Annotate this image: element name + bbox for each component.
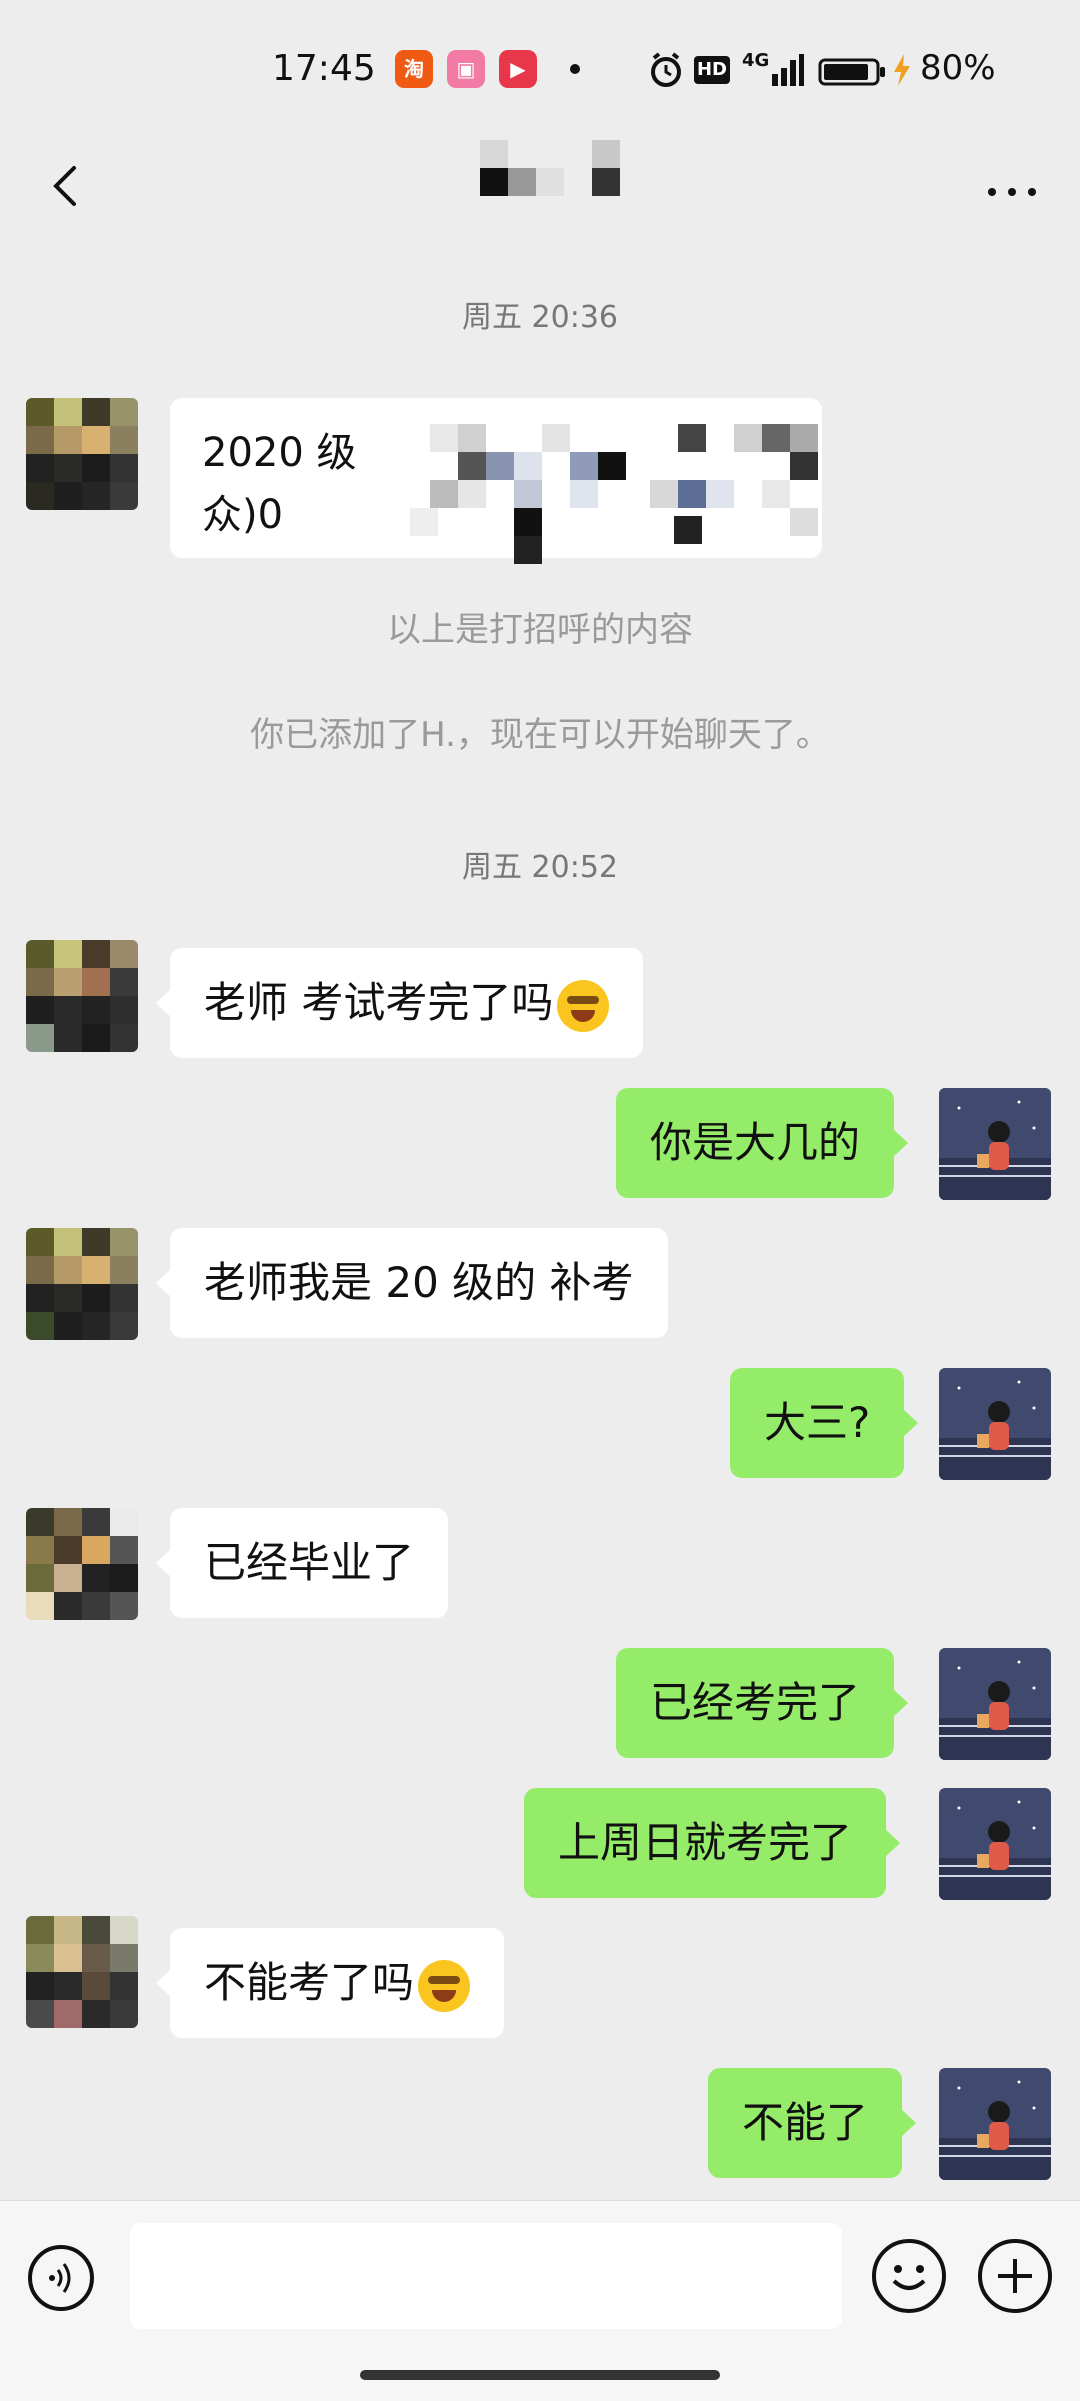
message-bubble-incoming[interactable]: 已经毕业了 [155,1508,449,1618]
message-bubble-outgoing[interactable]: 不能了 [708,2068,917,2178]
greeting-text-line2: 众)0 [202,492,284,538]
avatar[interactable] [26,940,138,1052]
status-time: 17:45 [272,48,376,89]
avatar[interactable] [26,1916,138,2028]
greeting-bubble[interactable]: 2020 级 众)0 [170,398,822,564]
message-text: 老师我是 20 级的 补考 [204,1258,634,1307]
message-bubble-incoming[interactable]: 不能考了吗 [155,1928,505,2038]
greeting-text-line1: 2020 级 [202,430,357,476]
facepalm-emoji-icon [557,979,610,1032]
avatar-self[interactable] [939,2068,1051,2180]
system-note-greeting: 以上是打招呼的内容 [387,610,693,650]
avatar-self[interactable] [939,1788,1051,1900]
avatar[interactable] [26,1508,138,1620]
message-text: 已经毕业了 [204,1538,415,1587]
bilibili-app-icon: ▣ [447,50,485,88]
video-app-icon: ▶ [499,50,537,88]
message-text: 你是大几的 [650,1118,861,1167]
facepalm-emoji-icon [418,1959,471,2012]
message-bubble-outgoing[interactable]: 已经考完了 [616,1648,909,1758]
message-text: 大三? [764,1398,871,1447]
charging-icon [894,54,910,86]
avatar-self[interactable] [939,1088,1051,1200]
chat-timestamp: 周五 20:36 [462,300,618,335]
chat-header [0,140,1080,240]
battery-percent: 80% [920,48,996,88]
alarm-icon [651,52,681,87]
signal-icon [772,54,804,86]
battery-icon [818,58,885,86]
message-bubble-outgoing[interactable]: 上周日就考完了 [524,1788,901,1898]
message-bubble-incoming[interactable]: 老师 考试考完了吗 [155,948,644,1058]
chat-title-redacted [440,140,640,210]
hd-icon: HD [694,56,730,84]
message-bubble-outgoing[interactable]: 你是大几的 [616,1088,909,1198]
message-text: 老师 考试考完了吗 [204,978,554,1027]
message-text: 不能了 [742,2098,869,2147]
message-text: 上周日就考完了 [558,1818,853,1867]
avatar-self[interactable] [939,1368,1051,1480]
more-icon[interactable] [984,162,1044,222]
system-note-added: 你已添加了H.，现在可以开始聊天了。 [250,715,830,755]
voice-icon[interactable] [28,2245,94,2311]
message-input[interactable] [130,2223,842,2329]
chevron-left-icon[interactable] [40,156,100,216]
message-text: 已经考完了 [650,1678,861,1727]
notification-dot-icon [570,64,580,74]
home-indicator[interactable] [360,2370,720,2380]
taobao-app-icon: 淘 [395,50,433,88]
avatar[interactable] [26,398,138,510]
message-bubble-incoming[interactable]: 老师我是 20 级的 补考 [156,1228,668,1338]
avatar[interactable] [26,1228,138,1340]
plus-icon[interactable] [978,2239,1052,2313]
status-bar: 17:45 淘 ▣ ▶ HD 4G 80% [0,0,1080,140]
chat-timestamp: 周五 20:52 [462,850,618,885]
emoji-icon[interactable] [872,2239,946,2313]
message-bubble-outgoing[interactable]: 大三? [730,1368,919,1478]
message-text: 不能考了吗 [204,1958,415,2007]
avatar-self[interactable] [939,1648,1051,1760]
